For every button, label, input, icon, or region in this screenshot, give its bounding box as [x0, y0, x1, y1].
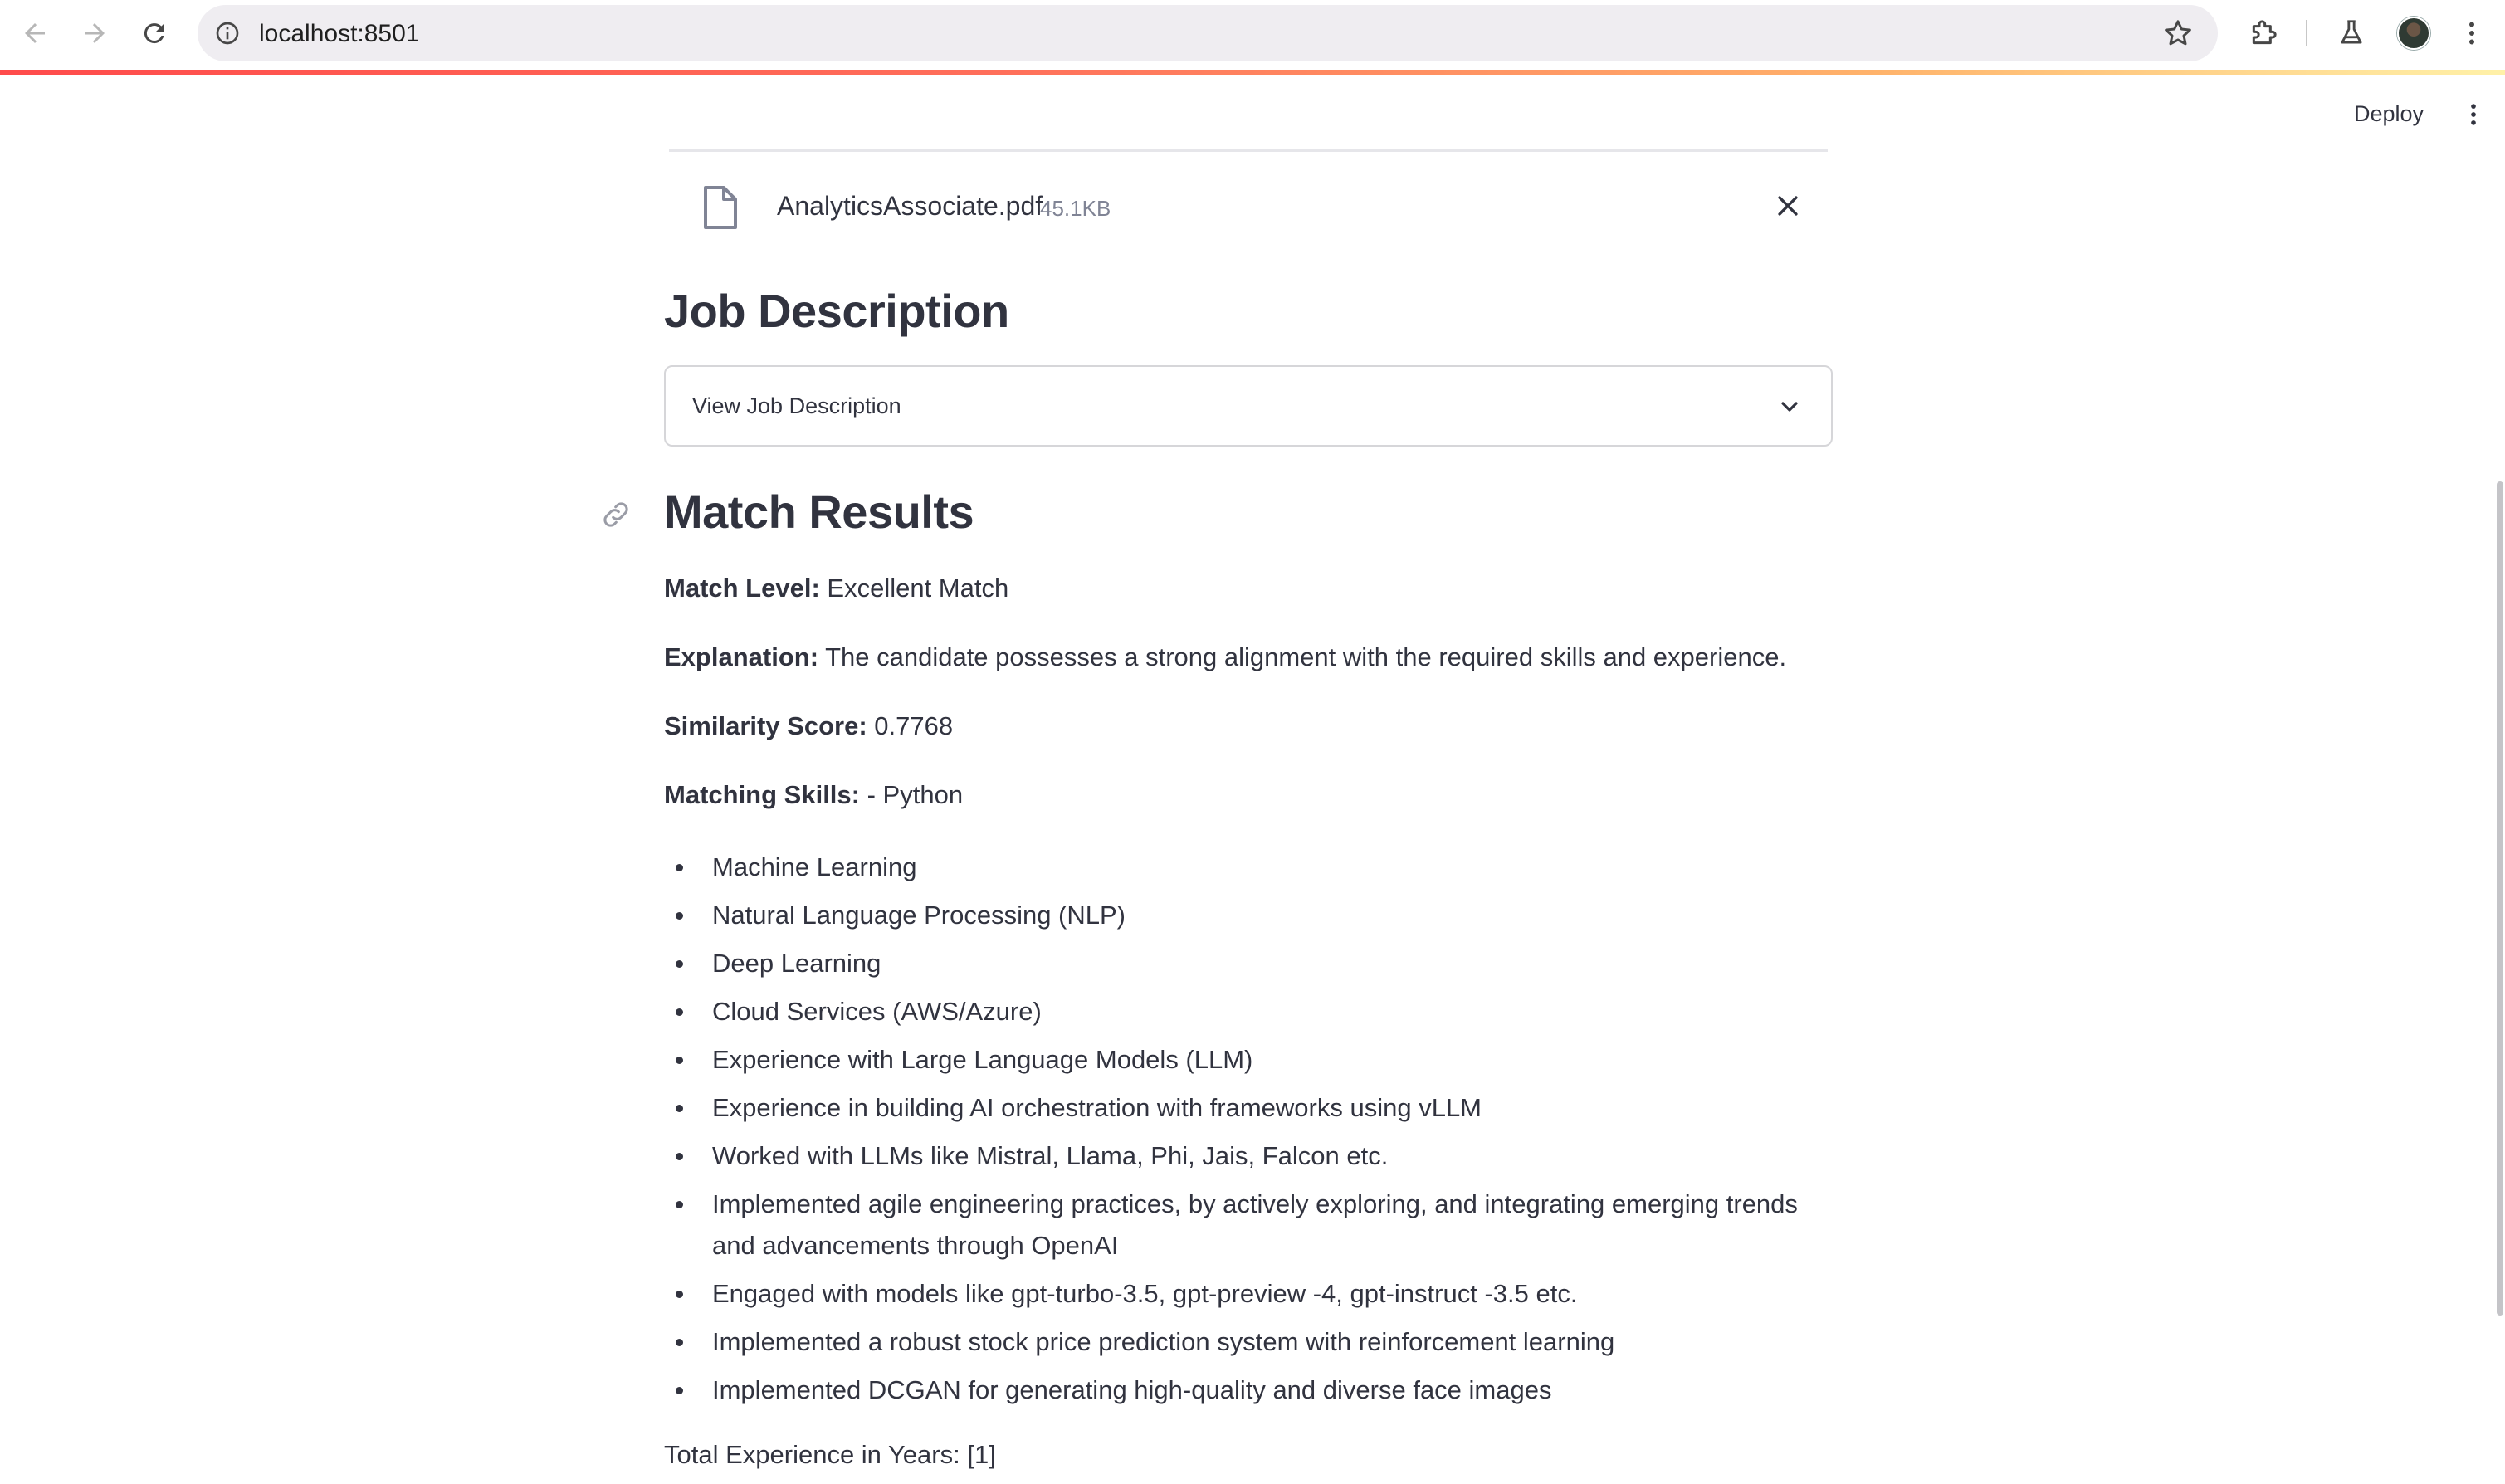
list-item: Experience with Large Language Models (L… [664, 1039, 1833, 1081]
list-item: Machine Learning [664, 847, 1833, 888]
file-icon [704, 186, 737, 229]
deploy-button[interactable]: Deploy [2339, 93, 2439, 134]
view-job-description-expander[interactable]: View Job Description [664, 365, 1833, 447]
list-item: Implemented DCGAN for generating high-qu… [664, 1369, 1833, 1411]
similarity-score-value: 0.7768 [874, 711, 954, 740]
file-size: 45.1KB [1040, 196, 1111, 221]
browser-menu-icon[interactable] [2454, 15, 2490, 51]
similarity-score-label: Similarity Score: [664, 711, 867, 740]
list-item: Engaged with models like gpt-turbo-3.5, … [664, 1273, 1833, 1315]
url-text[interactable]: localhost:8501 [259, 20, 419, 48]
explanation-value: The candidate possesses a strong alignme… [825, 642, 1787, 671]
match-results-heading: Match Results [664, 486, 974, 538]
uploaded-file-row: AnalyticsAssociate.pdf 45.1KB [664, 174, 1833, 257]
toolbar-divider [2306, 20, 2307, 46]
expander-label: View Job Description [692, 393, 901, 418]
forward-arrow-icon[interactable] [73, 12, 116, 55]
list-item: Natural Language Processing (NLP) [664, 895, 1833, 936]
matching-skills-list: Machine Learning Natural Language Proces… [664, 847, 1833, 1418]
list-item: Worked with LLMs like Mistral, Llama, Ph… [664, 1135, 1833, 1177]
labs-flask-icon[interactable] [2333, 15, 2370, 51]
match-level-value: Excellent Match [827, 574, 1009, 603]
total-experience-line: Total Experience in Years: [1] [664, 1440, 996, 1469]
list-item: Deep Learning [664, 943, 1833, 984]
match-level-label: Match Level: [664, 574, 820, 603]
explanation-line: Explanation: The candidate possesses a s… [664, 640, 1786, 675]
list-item: Experience in building AI orchestration … [664, 1087, 1833, 1129]
list-item: Cloud Services (AWS/Azure) [664, 991, 1833, 1032]
chevron-down-icon [1781, 402, 1798, 412]
file-name: AnalyticsAssociate.pdf [777, 191, 1043, 221]
reload-icon[interactable] [133, 12, 176, 55]
list-item: Implemented agile engineering practices,… [664, 1184, 1809, 1267]
matching-skills-line: Matching Skills: - Python [664, 778, 963, 813]
page-scrollbar[interactable] [2497, 481, 2503, 1316]
list-item: Implemented a robust stock price predict… [664, 1321, 1833, 1363]
extensions-icon[interactable] [2245, 15, 2282, 51]
match-level-line: Match Level: Excellent Match [664, 571, 1008, 606]
back-arrow-icon[interactable] [13, 12, 56, 55]
site-info-icon[interactable] [214, 20, 241, 46]
browser-toolbar: localhost:8501 [0, 0, 2505, 70]
matching-skills-first: - Python [867, 780, 964, 809]
heading-link-icon[interactable] [599, 498, 632, 531]
bookmark-star-icon[interactable] [2161, 17, 2195, 50]
profile-avatar[interactable] [2397, 17, 2430, 50]
matching-skills-label: Matching Skills: [664, 780, 860, 809]
job-description-heading: Job Description [664, 285, 1009, 337]
explanation-label: Explanation: [664, 642, 819, 671]
similarity-score-line: Similarity Score: 0.7768 [664, 709, 953, 744]
app-menu-icon[interactable] [2457, 96, 2490, 133]
remove-file-close-icon[interactable] [1771, 189, 1804, 222]
main-content: AnalyticsAssociate.pdf 45.1KB Job Descri… [603, 75, 1833, 1484]
address-bar[interactable]: localhost:8501 [198, 5, 2218, 61]
uploader-divider [669, 149, 1828, 152]
